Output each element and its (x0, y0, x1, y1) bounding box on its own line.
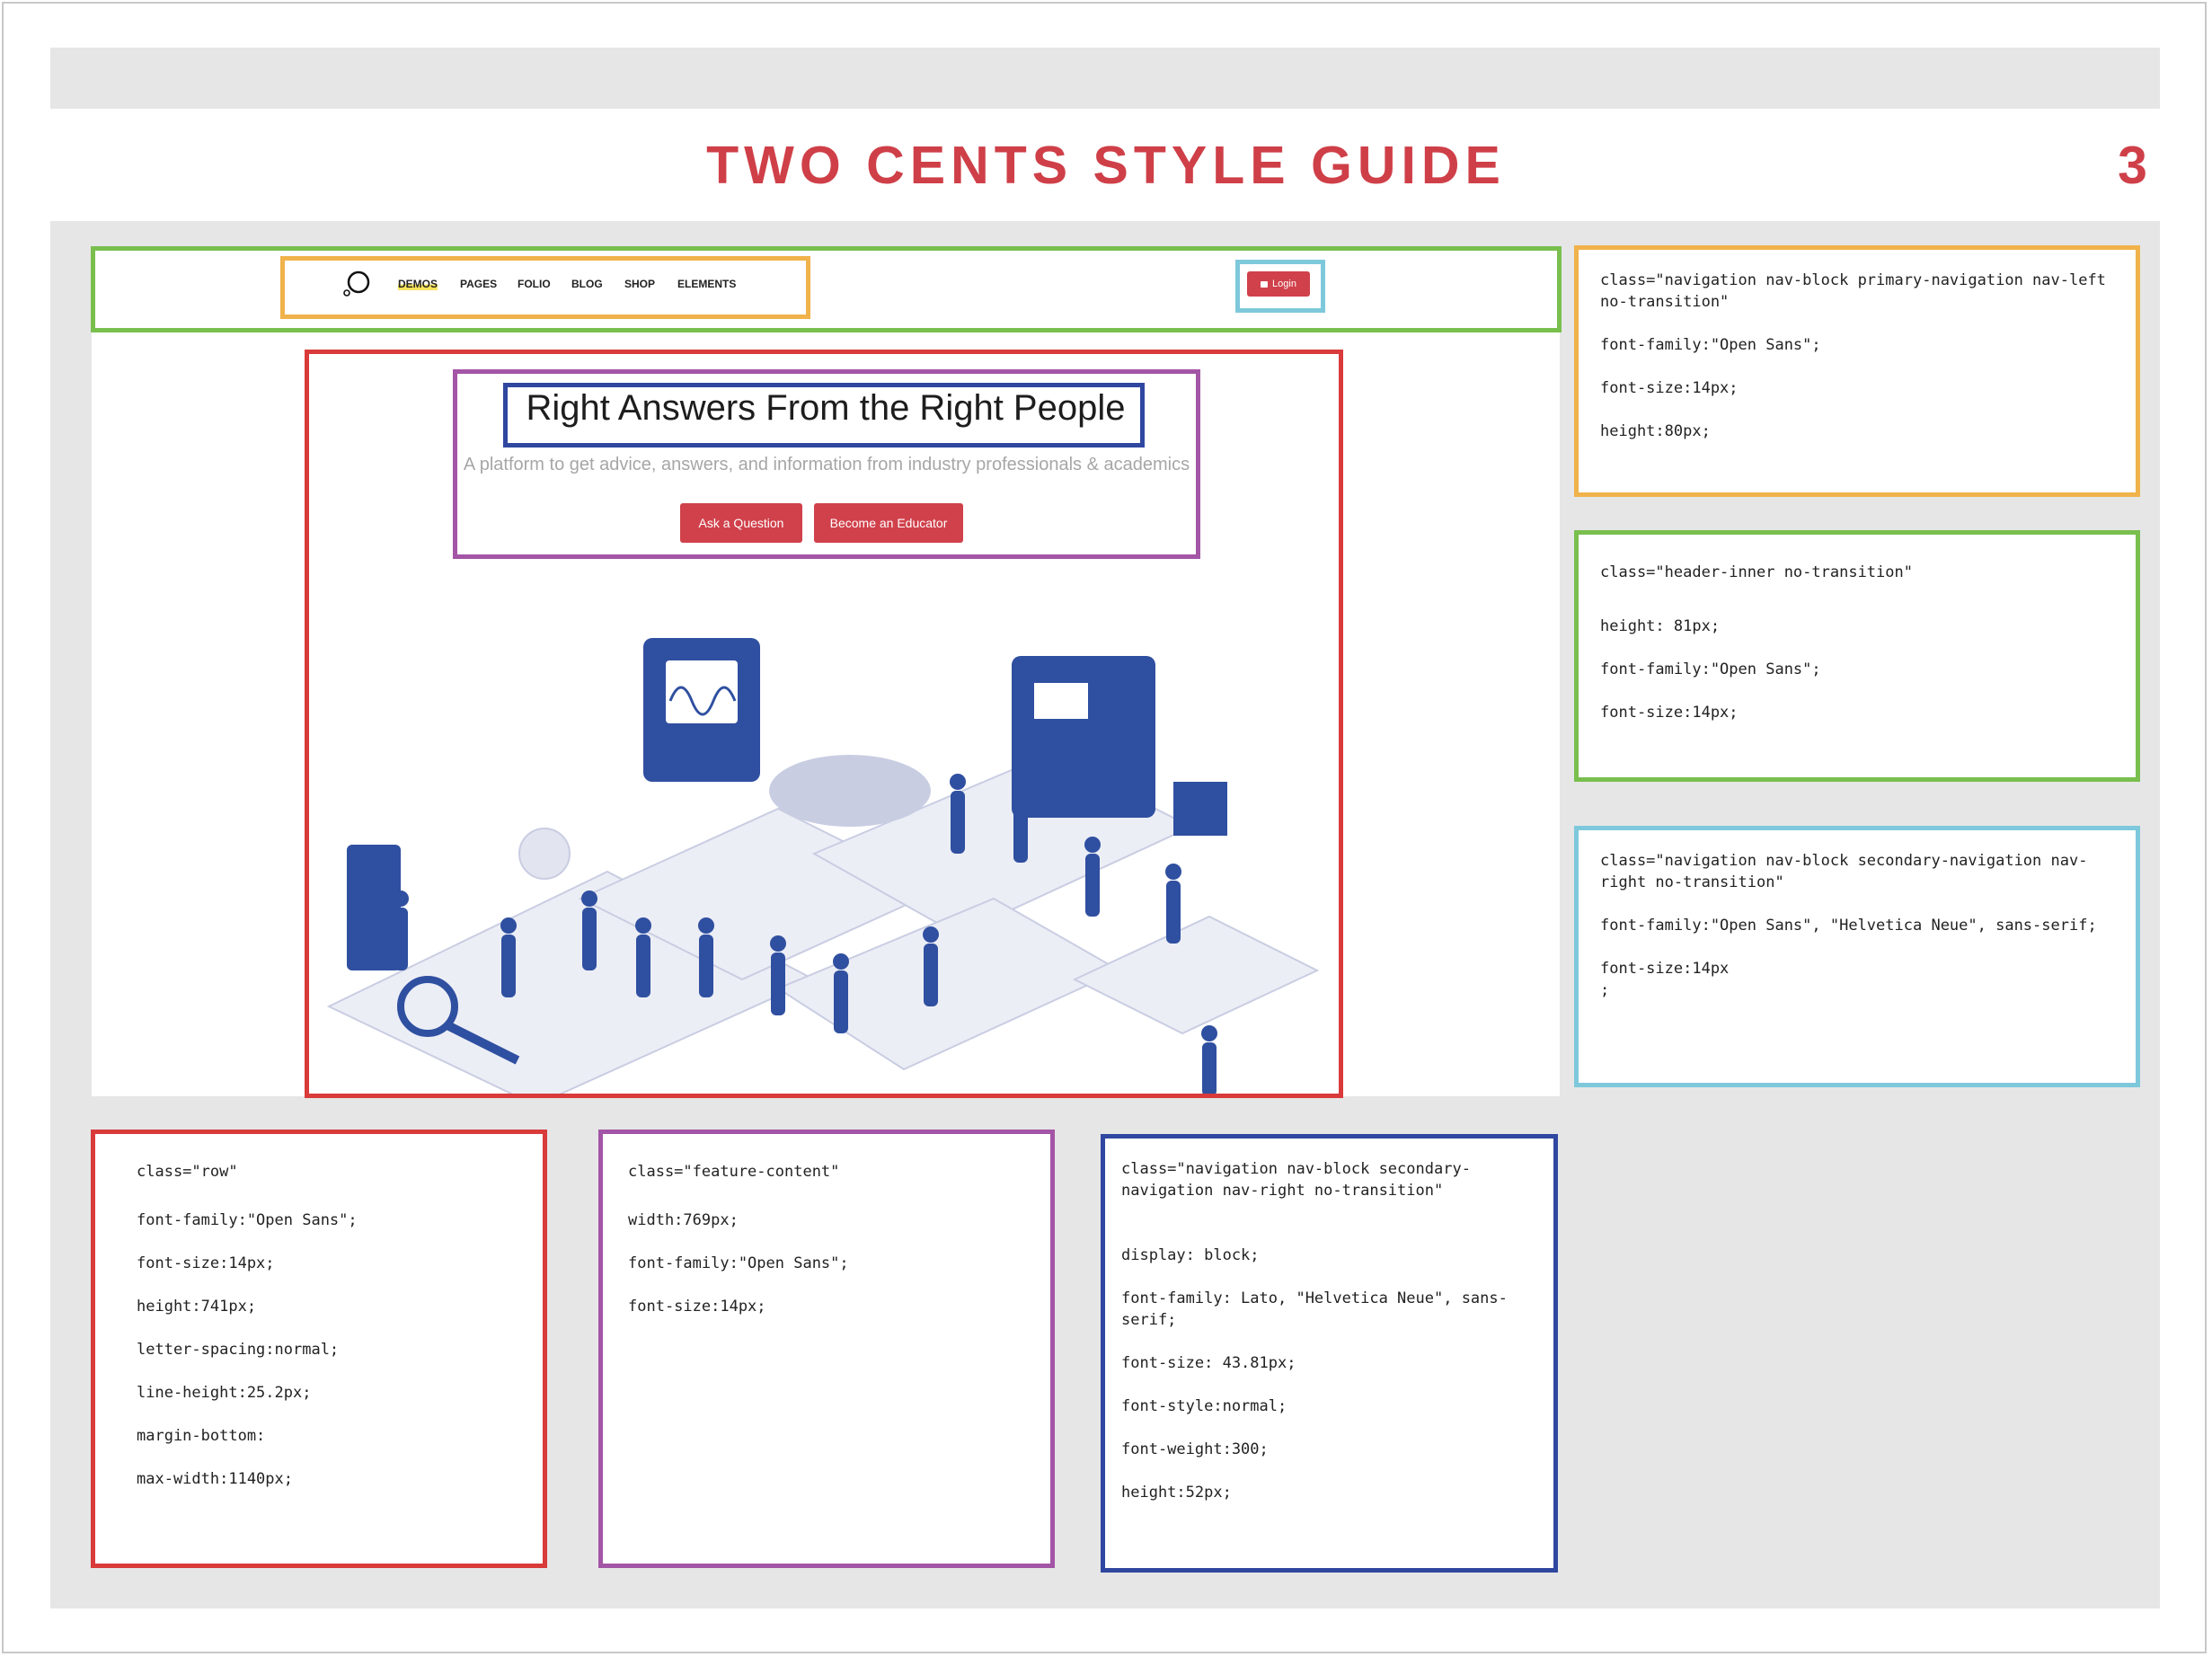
card-hero-title: class="navigation nav-block secondary-na… (1101, 1134, 1558, 1573)
card-line: class="feature-content" (628, 1163, 840, 1181)
card-line: font-size:14px; (628, 1298, 766, 1316)
doc-title: TWO CENTS STYLE GUIDE (706, 136, 1506, 195)
card-line: font-size:14px; (137, 1254, 275, 1272)
card-line: font-family:"Open Sans"; (137, 1211, 358, 1229)
card-line: font-size: 43.81px; (1121, 1354, 1296, 1372)
card-line: font-weight:300; (1121, 1440, 1269, 1458)
card-line: class="navigation nav-block primary-navi… (1600, 271, 2116, 311)
card-secondary-navigation: class="navigation nav-block secondary-na… (1574, 826, 2140, 1087)
card-line: height:52px; (1121, 1484, 1232, 1502)
card-line: height:80px; (1600, 422, 1711, 440)
secondary-navigation-highlight (1235, 260, 1325, 313)
card-line: letter-spacing:normal; (137, 1341, 340, 1359)
card-line: height:741px; (137, 1298, 257, 1316)
card-line: font-family:"Open Sans"; (628, 1254, 849, 1272)
card-primary-navigation: class="navigation nav-block primary-navi… (1574, 245, 2140, 497)
card-line: font-size:14px (1600, 960, 1730, 978)
card-line: font-size:14px; (1600, 379, 1739, 397)
card-line: display: block; (1121, 1246, 1260, 1264)
card-line: margin-bottom: (137, 1427, 266, 1445)
card-line: font-family:"Open Sans", "Helvetica Neue… (1600, 917, 2097, 935)
card-line: class="navigation nav-block secondary-na… (1600, 852, 2088, 891)
card-line: font-family:"Open Sans"; (1600, 660, 1821, 678)
card-line: line-height:25.2px; (137, 1384, 312, 1402)
card-line: font-size:14px; (1600, 704, 1739, 722)
card-line: font-family:"Open Sans"; (1600, 336, 1821, 354)
card-line: height: 81px; (1600, 617, 1721, 635)
card-header-inner: class="header-inner no-transition" heigh… (1574, 530, 2140, 782)
top-bar (50, 48, 2160, 109)
card-row: class="row" font-family:"Open Sans"; fon… (91, 1130, 547, 1568)
hero-title-highlight (503, 383, 1145, 447)
card-line: class="navigation nav-block secondary-na… (1121, 1160, 1471, 1200)
card-line: class="header-inner no-transition" (1600, 563, 1913, 581)
card-line: ; (1600, 981, 1610, 999)
card-line: font-family: Lato, "Helvetica Neue", san… (1121, 1289, 1508, 1329)
card-line: max-width:1140px; (137, 1470, 293, 1488)
primary-navigation-highlight (280, 256, 810, 319)
page-number: 3 (2118, 136, 2147, 195)
card-line: font-style:normal; (1121, 1397, 1287, 1415)
card-line: class="row" (137, 1163, 238, 1181)
card-feature-content: class="feature-content" width:769px; fon… (598, 1130, 1055, 1568)
card-line: width:769px; (628, 1211, 739, 1229)
